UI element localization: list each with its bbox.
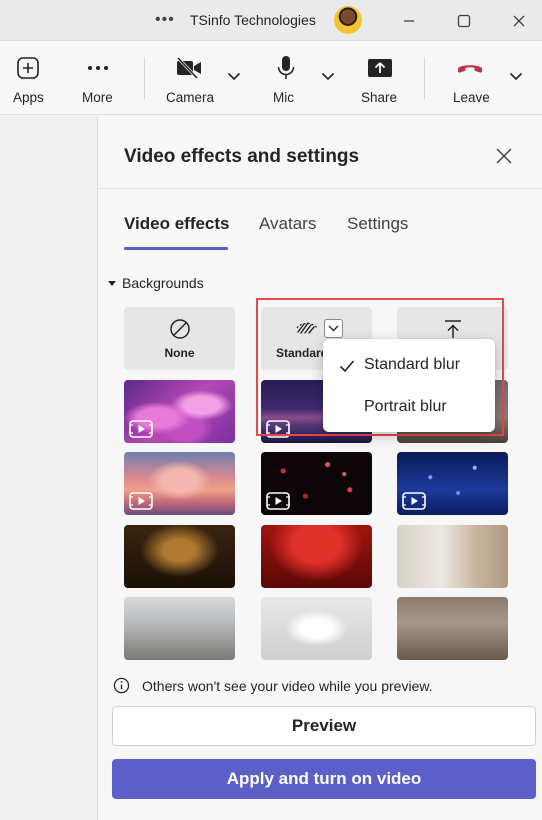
background-thumbnail — [124, 525, 235, 588]
blur-type-menu: Standard blur Portrait blur — [323, 339, 495, 432]
leave-button[interactable]: Leave — [448, 41, 492, 115]
prohibited-icon — [124, 318, 235, 340]
add-square-icon — [14, 55, 42, 81]
video-badge-icon — [129, 420, 153, 438]
info-text: Others won't see your video while you pr… — [142, 677, 433, 694]
ellipsis-icon[interactable]: ••• — [155, 11, 175, 29]
phone-hangup-icon — [456, 55, 484, 81]
caret-down-icon — [108, 280, 116, 286]
tab-video-effects[interactable]: Video effects — [124, 214, 230, 234]
mic-label: Mic — [273, 90, 294, 105]
active-tab-indicator — [124, 247, 228, 250]
background-thumbnail[interactable] — [124, 380, 235, 443]
mic-options-chevron-icon[interactable] — [320, 68, 336, 84]
tab-settings[interactable]: Settings — [347, 214, 408, 234]
panel-title: Video effects and settings — [124, 146, 360, 167]
video-badge-icon — [402, 492, 426, 510]
more-label: More — [82, 90, 113, 105]
background-thumbnail[interactable] — [397, 452, 508, 515]
menu-item-label: Standard blur — [364, 356, 461, 373]
minimize-icon[interactable] — [396, 8, 422, 34]
camera-label: Camera — [166, 90, 215, 105]
microphone-icon — [272, 55, 300, 81]
section-title: Backgrounds — [122, 275, 204, 291]
share-screen-icon — [366, 55, 394, 81]
background-none-option[interactable]: None — [124, 307, 235, 370]
none-label: None — [164, 346, 195, 360]
close-panel-icon[interactable] — [492, 144, 516, 168]
camera-options-chevron-icon[interactable] — [226, 68, 242, 84]
apps-button[interactable]: Apps — [0, 41, 56, 115]
more-button[interactable]: More — [72, 41, 124, 115]
leave-options-chevron-icon[interactable] — [508, 68, 524, 84]
panel-divider — [99, 188, 542, 189]
video-effects-panel: Video effects and settings Video effects… — [99, 116, 542, 820]
apply-and-turn-on-video-button[interactable]: Apply and turn on video — [112, 759, 536, 799]
video-badge-icon — [266, 492, 290, 510]
more-dots-icon — [84, 55, 112, 81]
menu-item-standard-blur[interactable]: Standard blur — [323, 347, 495, 385]
background-thumbnail[interactable] — [124, 597, 235, 660]
preview-info: Others won't see your video while you pr… — [113, 677, 433, 694]
menu-item-label: Portrait blur — [364, 398, 447, 415]
title-bar: ••• TSinfo Technologies — [0, 0, 542, 41]
menu-item-portrait-blur[interactable]: Portrait blur — [323, 389, 495, 427]
close-icon[interactable] — [506, 8, 532, 34]
camera-off-icon — [175, 55, 203, 81]
background-thumbnail[interactable] — [261, 525, 372, 588]
preview-button[interactable]: Preview — [112, 706, 536, 746]
backgrounds-section-toggle[interactable]: Backgrounds — [108, 275, 204, 291]
checkmark-icon — [339, 360, 355, 373]
maximize-icon[interactable] — [451, 8, 477, 34]
background-thumbnail[interactable] — [124, 452, 235, 515]
info-icon — [113, 677, 130, 694]
mic-button[interactable]: Mic — [268, 41, 304, 115]
background-thumbnail[interactable] — [397, 525, 508, 588]
toolbar-divider — [424, 57, 425, 99]
tab-avatars[interactable]: Avatars — [259, 214, 316, 234]
share-button[interactable]: Share — [358, 41, 402, 115]
avatar[interactable] — [334, 6, 362, 34]
background-thumbnail[interactable] — [261, 452, 372, 515]
leave-label: Leave — [453, 90, 490, 105]
background-thumbnail[interactable] — [261, 597, 372, 660]
window-title: TSinfo Technologies — [190, 12, 316, 28]
apps-label: Apps — [13, 90, 44, 105]
meeting-stage — [0, 116, 98, 820]
share-label: Share — [361, 90, 398, 105]
background-thumbnail[interactable] — [397, 597, 508, 660]
meeting-toolbar: Apps More Camera Mic Share Leave — [0, 41, 542, 115]
video-badge-icon — [129, 492, 153, 510]
camera-button[interactable]: Camera — [160, 41, 220, 115]
toolbar-divider — [144, 57, 145, 99]
